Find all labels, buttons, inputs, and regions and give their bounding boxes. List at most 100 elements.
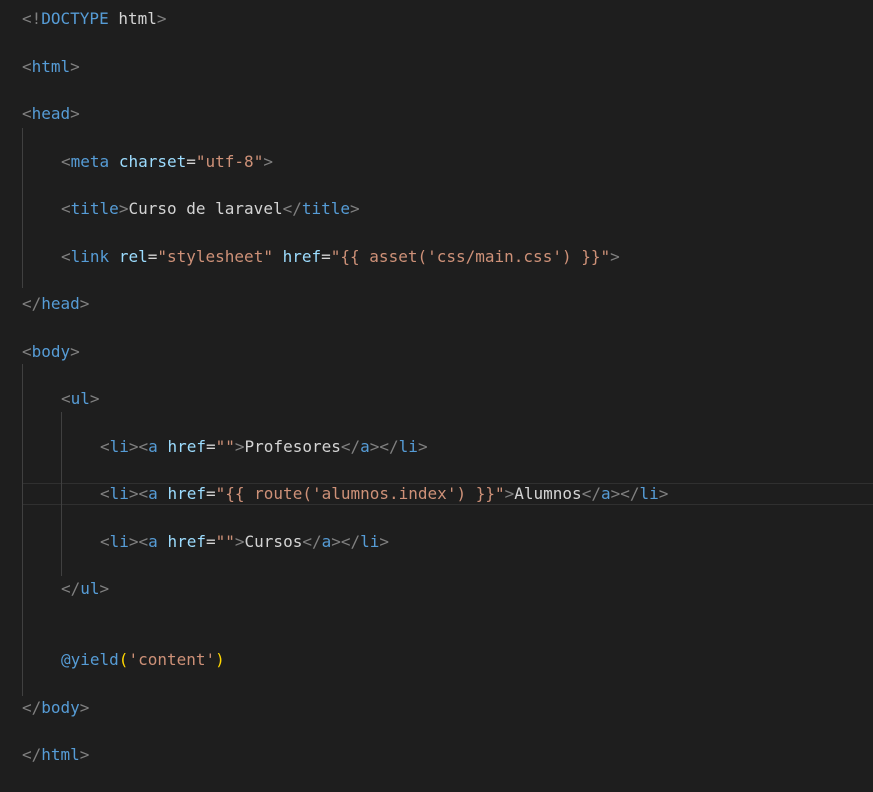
code-token-punct: < <box>61 389 71 408</box>
code-token-tag: body <box>31 342 71 361</box>
code-line[interactable]: <li><a href="">Cursos</a></li> <box>100 530 389 554</box>
code-token-paren: ( <box>118 650 129 669</box>
indent-guide-head <box>22 128 23 288</box>
code-token-punct: > <box>70 104 80 123</box>
code-line[interactable]: <meta charset="utf-8"> <box>61 150 273 174</box>
indent-guide-ul <box>61 412 62 576</box>
code-token-tag: li <box>398 437 418 456</box>
code-token-tag: body <box>41 698 80 717</box>
code-token-punct: < <box>61 199 71 218</box>
code-line[interactable]: </head> <box>22 292 89 316</box>
code-line[interactable]: <link rel="stylesheet" href="{{ asset('c… <box>61 245 620 269</box>
code-token-str: "{{ route('alumnos.index') }}" <box>215 484 505 503</box>
code-token-text: = <box>147 247 158 266</box>
code-token-attr: href <box>167 437 206 456</box>
code-token-punct: </ <box>22 745 42 764</box>
code-token-tag: link <box>70 247 110 266</box>
code-token-dt: html <box>118 9 157 28</box>
code-token-punct: < <box>100 437 110 456</box>
code-token-punct: > <box>79 294 90 313</box>
code-line[interactable]: <li><a href="">Profesores</a></li> <box>100 435 428 459</box>
code-token-text: Cursos <box>244 532 303 551</box>
code-token-punct: > <box>70 57 80 76</box>
code-token-punct: > <box>118 199 129 218</box>
code-line[interactable]: <li><a href="{{ route('alumnos.index') }… <box>100 482 668 506</box>
code-token-punct: >< <box>128 532 149 551</box>
code-token-tag: a <box>360 437 370 456</box>
code-token-punct: > <box>504 484 515 503</box>
code-token-punct: < <box>22 57 32 76</box>
code-token-punct: ></ <box>331 532 361 551</box>
code-token-str: 'content' <box>128 650 216 669</box>
code-token-tag: a <box>148 532 158 551</box>
code-line[interactable]: <!DOCTYPE html> <box>22 7 167 31</box>
code-token-punct: < <box>100 532 110 551</box>
code-token-tag: a <box>148 437 158 456</box>
code-token-attr: href <box>167 532 206 551</box>
code-token-attr: rel <box>118 247 148 266</box>
code-token-punct: > <box>234 437 245 456</box>
code-token-punct: </ <box>581 484 601 503</box>
code-line[interactable]: </ul> <box>61 577 109 601</box>
code-token-punct: < <box>22 104 32 123</box>
code-token-text: = <box>321 247 331 266</box>
code-token-tag: html <box>41 745 80 764</box>
code-token-punct: > <box>89 389 100 408</box>
code-token-punct: <! <box>22 9 42 28</box>
code-token-punct: < <box>22 342 32 361</box>
code-token-str: "" <box>215 532 235 551</box>
code-token-punct: > <box>70 342 80 361</box>
code-token-tag: a <box>148 484 158 503</box>
code-token-punct: > <box>379 532 390 551</box>
code-token-tag: head <box>31 104 71 123</box>
code-token-punct: </ <box>282 199 302 218</box>
indent-guide-body <box>22 364 23 696</box>
code-token-punct: > <box>234 532 245 551</box>
code-line[interactable]: <head> <box>22 102 80 126</box>
code-token-tag: ul <box>80 579 100 598</box>
code-token-punct: </ <box>302 532 322 551</box>
code-token-str: "stylesheet" <box>157 247 273 266</box>
code-token-punct: </ <box>22 698 42 717</box>
code-token-punct: </ <box>340 437 361 456</box>
code-token-punct: >< <box>128 484 149 503</box>
code-token-text: = <box>205 532 216 551</box>
code-token-punct: > <box>417 437 428 456</box>
code-token-punct: > <box>99 579 110 598</box>
code-token-punct: >< <box>128 437 149 456</box>
code-token-tag: meta <box>70 152 110 171</box>
code-token-tag: ul <box>70 389 90 408</box>
code-line[interactable]: </body> <box>22 696 89 720</box>
code-token-punct: > <box>79 745 90 764</box>
code-token-attr: href <box>282 247 322 266</box>
code-line[interactable]: <title>Curso de laravel</title> <box>61 197 360 221</box>
code-editor[interactable]: <!DOCTYPE html> <html> <head> <meta char… <box>0 0 873 792</box>
code-token-text: Alumnos <box>514 484 582 503</box>
code-token-punct: > <box>79 698 90 717</box>
code-token-punct: ></ <box>369 437 399 456</box>
code-token-text: = <box>205 484 216 503</box>
code-token-text: = <box>186 152 196 171</box>
code-line[interactable]: <ul> <box>61 387 100 411</box>
code-line[interactable]: <html> <box>22 55 80 79</box>
code-token-tag: a <box>600 484 611 503</box>
code-token-text: = <box>205 437 216 456</box>
code-line[interactable]: @yield('content') <box>61 648 225 672</box>
code-token-punct: > <box>610 247 620 266</box>
code-token-tag: li <box>109 532 129 551</box>
code-token-tag: head <box>41 294 80 313</box>
code-line[interactable]: </html> <box>22 743 89 767</box>
code-token-tag: html <box>31 57 71 76</box>
code-line[interactable]: <body> <box>22 340 80 364</box>
code-token-str: "" <box>215 437 235 456</box>
code-token-blade: @yield <box>61 650 119 669</box>
code-token-attr: href <box>167 484 206 503</box>
code-token-str: "utf-8" <box>195 152 264 171</box>
code-token-punct: ></ <box>610 484 640 503</box>
